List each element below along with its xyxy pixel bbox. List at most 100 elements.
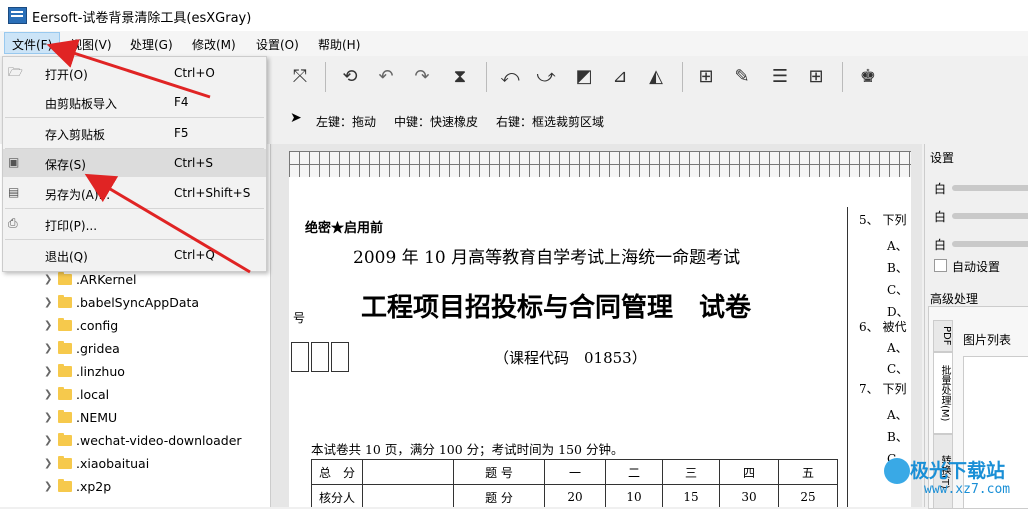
menu-item-import-clipboard[interactable]: 由剪贴板导入 F4 bbox=[3, 88, 266, 116]
folder-icon bbox=[58, 341, 72, 354]
chevron-right-icon[interactable]: ❯ bbox=[44, 366, 52, 377]
folder-icon bbox=[58, 272, 72, 285]
save-as-icon: ▤ bbox=[8, 185, 20, 199]
table-cell: 30 bbox=[719, 484, 779, 507]
menu-item-save-as[interactable]: ▤ 另存为(A)... Ctrl+Shift+S bbox=[3, 179, 266, 207]
rotate-icon[interactable]: ⟲ bbox=[338, 66, 362, 88]
auto-settings-checkbox[interactable] bbox=[934, 259, 947, 272]
question-line: A、 bbox=[887, 239, 908, 253]
toolbar-separator bbox=[325, 62, 326, 92]
menu-separator bbox=[5, 208, 264, 209]
slider-track[interactable] bbox=[952, 213, 1028, 219]
pen-icon[interactable]: ✎ bbox=[730, 66, 754, 88]
slider-track[interactable] bbox=[952, 241, 1028, 247]
chevron-right-icon[interactable]: ❯ bbox=[44, 389, 52, 400]
file-menu-dropdown: 🗁 打开(O) Ctrl+O 由剪贴板导入 F4 存入剪贴板 F5 ▣ 保存(S… bbox=[2, 56, 267, 272]
flip-icon[interactable]: ◭ bbox=[644, 66, 668, 88]
menu-help[interactable]: 帮助(H) bbox=[318, 36, 360, 53]
undo-icon[interactable]: ↶ bbox=[374, 66, 398, 88]
course-code: （课程代码 01853） bbox=[494, 349, 647, 367]
tab-pdf[interactable]: PDF bbox=[933, 320, 953, 352]
folder-icon bbox=[58, 318, 72, 331]
menu-separator bbox=[5, 117, 264, 118]
tree-layout-icon[interactable]: ⊞ bbox=[694, 66, 718, 88]
menu-process[interactable]: 处理(G) bbox=[130, 36, 173, 53]
folder-icon bbox=[58, 295, 72, 308]
rotate-left-icon[interactable]: ⤺ bbox=[498, 66, 522, 88]
watermark-logo-icon bbox=[884, 458, 910, 484]
redo-icon[interactable]: ↷ bbox=[410, 66, 434, 88]
watermark: 极光下载站 www.xz7.com bbox=[884, 452, 1028, 507]
menu-item-save-clipboard[interactable]: 存入剪贴板 F5 bbox=[3, 119, 266, 147]
chevron-right-icon[interactable]: ❯ bbox=[44, 320, 52, 331]
settings-title: 设置 bbox=[930, 151, 955, 165]
save-icon: ▣ bbox=[8, 155, 20, 169]
white-slider[interactable]: 白 bbox=[934, 208, 1028, 224]
chevron-right-icon[interactable]: ❯ bbox=[44, 412, 52, 423]
perspective-icon[interactable]: ⊿ bbox=[608, 66, 632, 88]
folder-icon bbox=[58, 456, 72, 469]
toolbar-separator bbox=[842, 62, 843, 92]
question-line: 5、 下列 bbox=[859, 213, 907, 227]
question-line: 6、 被代 bbox=[859, 320, 907, 334]
question-line: B、 bbox=[887, 261, 908, 275]
table-cell bbox=[362, 459, 454, 485]
question-line: C、 bbox=[887, 283, 909, 297]
chevron-right-icon[interactable]: ❯ bbox=[44, 435, 52, 446]
fit-icon[interactable]: ⤧ bbox=[288, 66, 312, 88]
image-list-title: 图片列表 bbox=[963, 333, 1012, 347]
menu-view[interactable]: 视图(V) bbox=[70, 36, 112, 53]
folder-icon bbox=[58, 410, 72, 423]
folder-icon bbox=[58, 364, 72, 377]
cursor-icon: ➤ bbox=[290, 110, 302, 126]
folder-icon bbox=[58, 433, 72, 446]
chevron-right-icon[interactable]: ❯ bbox=[44, 343, 52, 354]
secret-label: 绝密★启用前 bbox=[305, 221, 384, 236]
table-cell bbox=[362, 484, 454, 507]
window-title: Eersoft-试卷背景清除工具(esXGray) bbox=[32, 11, 252, 26]
menu-edit[interactable]: 修改(M) bbox=[192, 36, 236, 53]
chevron-right-icon[interactable]: ❯ bbox=[44, 274, 52, 285]
white-slider[interactable]: 白 bbox=[934, 180, 1028, 196]
table-cell: 五 bbox=[778, 459, 838, 485]
watermark-url: www.xz7.com bbox=[924, 482, 1011, 497]
id-box bbox=[291, 342, 309, 372]
question-line: A、 bbox=[887, 408, 908, 422]
exam-page[interactable]: 绝密★启用前 2009 年 10 月高等教育自学考试上海统一命题考试 工程项目招… bbox=[289, 177, 911, 507]
table-cell: 25 bbox=[778, 484, 838, 507]
table-cell: 二 bbox=[605, 459, 663, 485]
hint-middle: 中键：快速橡皮 bbox=[394, 115, 479, 129]
menu-item-save[interactable]: ▣ 保存(S) Ctrl+S bbox=[3, 149, 266, 177]
folder-icon bbox=[58, 387, 72, 400]
question-line: B、 bbox=[887, 430, 908, 444]
menu-item-exit[interactable]: 退出(Q) Ctrl+Q bbox=[3, 241, 266, 269]
table-cell: 10 bbox=[605, 484, 663, 507]
sliders-icon[interactable]: ☰ bbox=[768, 66, 792, 88]
table-cell: 20 bbox=[544, 484, 606, 507]
menu-item-open[interactable]: 🗁 打开(O) Ctrl+O bbox=[3, 59, 266, 87]
exam-title: 2009 年 10 月高等教育自学考试上海统一命题考试 bbox=[353, 248, 741, 268]
grid-icon[interactable]: ⊞ bbox=[804, 66, 828, 88]
question-line: 7、 下列 bbox=[859, 382, 907, 396]
skew-icon[interactable]: ◩ bbox=[572, 66, 596, 88]
chevron-right-icon[interactable]: ❯ bbox=[44, 297, 52, 308]
white-slider[interactable]: 白 bbox=[934, 236, 1028, 252]
subject-title: 工程项目招投标与合同管理 试卷 bbox=[361, 293, 752, 323]
chevron-right-icon[interactable]: ❯ bbox=[44, 481, 52, 492]
toolbar-separator bbox=[486, 62, 487, 92]
hourglass-icon[interactable]: ⧗ bbox=[448, 66, 472, 88]
table-cell: 一 bbox=[544, 459, 606, 485]
toolbar-separator bbox=[682, 62, 683, 92]
menu-settings[interactable]: 设置(O) bbox=[256, 36, 299, 53]
id-box bbox=[311, 342, 329, 372]
crown-icon[interactable]: ♚ bbox=[856, 66, 880, 88]
rotate-right-icon[interactable]: ⤻ bbox=[534, 66, 558, 88]
hint-left: 左键：拖动 bbox=[316, 115, 377, 129]
menu-file[interactable]: 文件(F) bbox=[12, 36, 52, 53]
menu-item-print[interactable]: ⎙ 打印(P)... bbox=[3, 210, 266, 238]
question-line: C、 bbox=[887, 362, 909, 376]
slider-track[interactable] bbox=[952, 185, 1028, 191]
tab-batch[interactable]: 批量处理(M) bbox=[933, 352, 953, 434]
auto-settings-label: 自动设置 bbox=[952, 260, 1001, 274]
chevron-right-icon[interactable]: ❯ bbox=[44, 458, 52, 469]
